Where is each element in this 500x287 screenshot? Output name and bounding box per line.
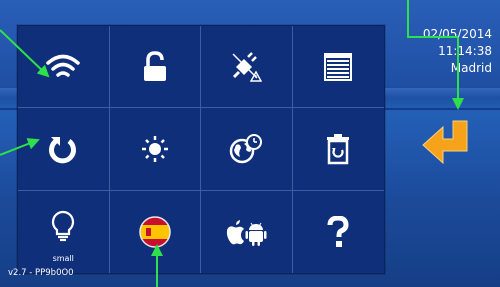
settings-grid: small (18, 26, 384, 273)
language-tile[interactable] (110, 190, 201, 273)
settings-panel: small (17, 25, 385, 274)
refresh-icon (49, 136, 77, 164)
world-clock-icon (230, 133, 263, 164)
version-label: v2.7 - PP9b0O0 (8, 268, 74, 278)
bulb-icon (52, 210, 75, 241)
refresh-tile[interactable] (18, 108, 110, 191)
date-text: 02/05/2014 (422, 27, 492, 41)
unlock-icon (143, 50, 166, 81)
brightness-icon (141, 135, 168, 162)
world-clock-tile[interactable] (201, 108, 293, 191)
help-icon (327, 215, 349, 247)
brightness-tile[interactable] (109, 108, 201, 191)
time-text: 11:14:38 (438, 44, 492, 58)
trash-icon (327, 133, 350, 165)
spain-flag-icon (139, 216, 171, 248)
power-tile[interactable] (201, 26, 293, 109)
apps-tile[interactable] (201, 190, 293, 273)
apple-android-icon (227, 219, 267, 246)
status-clock: 02/05/2014 11:14:38 Madrid (423, 26, 492, 77)
trash-tile[interactable] (292, 108, 384, 191)
wifi-icon (46, 54, 80, 77)
help-tile[interactable] (293, 191, 385, 273)
city-text: Madrid (450, 61, 492, 75)
enter-icon[interactable] (419, 115, 475, 171)
device-screen: small v2.7 - PP9b0O0 02/05/2014 11:14:38… (0, 0, 500, 287)
blinds-tile[interactable] (292, 26, 384, 109)
power-warning-icon (232, 51, 263, 82)
bulb-label: small (52, 254, 74, 263)
wifi-tile[interactable] (18, 26, 110, 109)
lock-tile[interactable] (109, 26, 201, 109)
blinds-icon (324, 52, 353, 81)
bulb-tile[interactable]: small (18, 190, 110, 273)
